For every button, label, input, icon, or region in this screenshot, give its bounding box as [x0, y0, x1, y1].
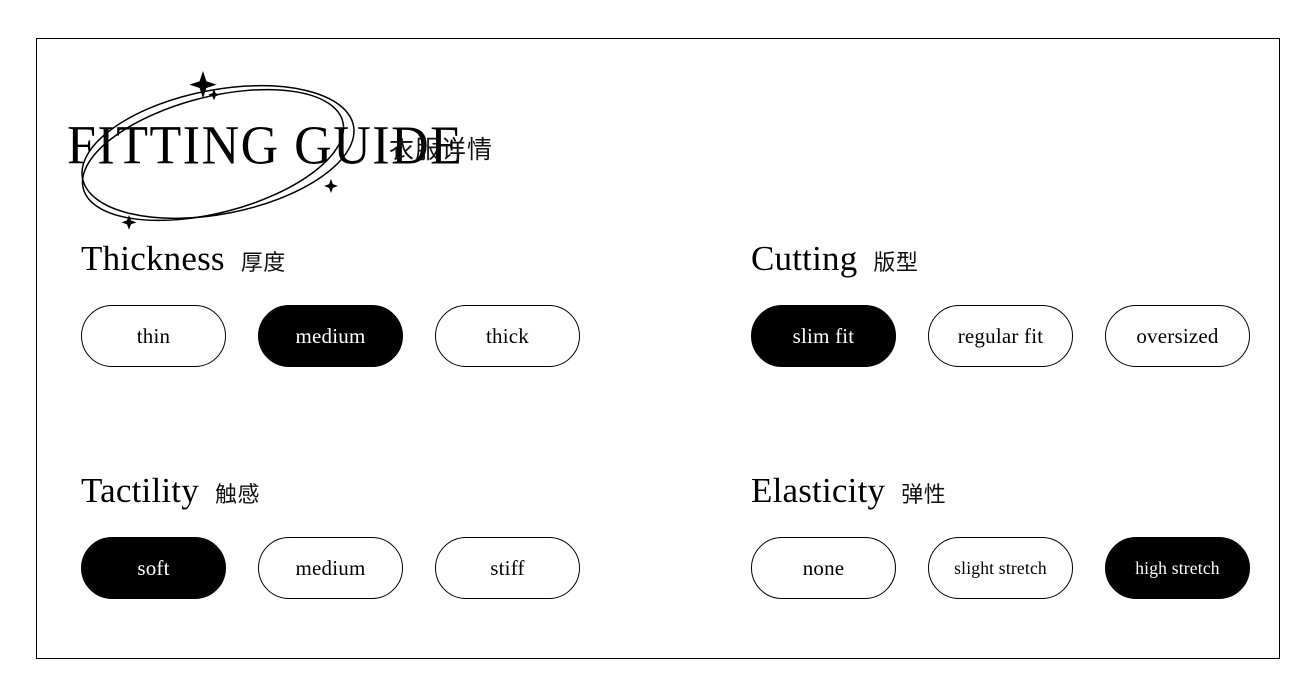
option-medium[interactable]: medium — [258, 537, 403, 599]
option-none[interactable]: none — [751, 537, 896, 599]
section-title-cn: 触感 — [214, 483, 260, 508]
option-group: none slight stretch high stretch — [751, 537, 1291, 599]
section-title-cn: 厚度 — [240, 251, 286, 276]
section-tactility: Tactility 触感 soft medium stiff — [81, 471, 621, 599]
section-title-cn: 版型 — [873, 251, 919, 276]
sparkle-large-icon — [189, 71, 217, 99]
section-title: Thickness — [81, 239, 225, 278]
option-medium[interactable]: medium — [258, 305, 403, 367]
sections-grid: Thickness 厚度 thin medium thick Cutting 版… — [81, 239, 1261, 639]
card-frame: FITTING GUIDE 衣服详情 Thickness 厚度 thin med… — [36, 38, 1280, 659]
option-oversized[interactable]: oversized — [1105, 305, 1250, 367]
option-thick[interactable]: thick — [435, 305, 580, 367]
section-heading: Thickness 厚度 — [81, 239, 621, 285]
section-heading: Elasticity 弹性 — [751, 471, 1291, 517]
section-thickness: Thickness 厚度 thin medium thick — [81, 239, 621, 367]
section-heading: Cutting 版型 — [751, 239, 1291, 285]
option-soft[interactable]: soft — [81, 537, 226, 599]
option-high-stretch[interactable]: high stretch — [1105, 537, 1250, 599]
section-title-cn: 弹性 — [901, 483, 947, 508]
option-group: slim fit regular fit oversized — [751, 305, 1291, 367]
header: FITTING GUIDE 衣服详情 — [37, 39, 557, 249]
option-group: soft medium stiff — [81, 537, 621, 599]
sparkle-bottom-icon — [121, 215, 137, 230]
section-elasticity: Elasticity 弹性 none slight stretch high s… — [751, 471, 1291, 599]
option-group: thin medium thick — [81, 305, 621, 367]
sparkle-tiny-icon — [208, 89, 220, 101]
page-title-cn: 衣服详情 — [389, 135, 494, 164]
sparkle-right-icon — [324, 179, 338, 193]
section-title: Elasticity — [751, 471, 886, 510]
option-stiff[interactable]: stiff — [435, 537, 580, 599]
section-heading: Tactility 触感 — [81, 471, 621, 517]
section-title: Cutting — [751, 239, 858, 278]
option-thin[interactable]: thin — [81, 305, 226, 367]
fitting-guide-card: FITTING GUIDE 衣服详情 Thickness 厚度 thin med… — [0, 0, 1316, 698]
section-title: Tactility — [81, 471, 199, 510]
option-slim-fit[interactable]: slim fit — [751, 305, 896, 367]
option-regular-fit[interactable]: regular fit — [928, 305, 1073, 367]
option-slight-stretch[interactable]: slight stretch — [928, 537, 1073, 599]
section-cutting: Cutting 版型 slim fit regular fit oversize… — [751, 239, 1291, 367]
